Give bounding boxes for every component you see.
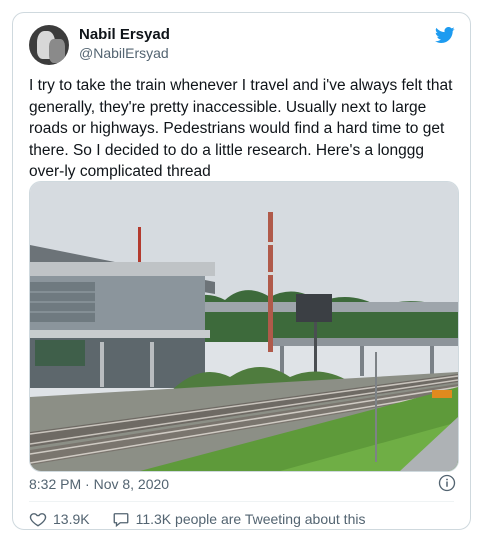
tweet-timestamp[interactable]: 8:32 PM · Nov 8, 2020 bbox=[29, 476, 169, 492]
divider bbox=[29, 501, 454, 502]
tweet-actions: 13.9K 11.3K people are Tweeting about th… bbox=[29, 508, 387, 530]
tweet-card[interactable]: Nabil Ersyad @NabilErsyad I try to take … bbox=[12, 12, 471, 530]
like-count: 13.9K bbox=[53, 511, 90, 527]
tweeting-count: 11.3K people are Tweeting about this bbox=[135, 511, 366, 527]
speech-bubble-icon bbox=[113, 513, 129, 528]
info-icon[interactable] bbox=[438, 474, 456, 492]
tweeting-about-link[interactable]: 11.3K people are Tweeting about this bbox=[112, 510, 366, 528]
tweet-photo[interactable] bbox=[29, 181, 459, 472]
like-button[interactable]: 13.9K bbox=[29, 510, 90, 528]
twitter-bird-icon[interactable] bbox=[434, 25, 456, 45]
avatar[interactable] bbox=[29, 25, 69, 65]
tweet-text: I try to take the train whenever I trave… bbox=[29, 77, 453, 180]
heart-icon bbox=[29, 513, 47, 527]
author-handle[interactable]: @NabilErsyad bbox=[79, 45, 169, 61]
author-name[interactable]: Nabil Ersyad bbox=[79, 26, 170, 43]
